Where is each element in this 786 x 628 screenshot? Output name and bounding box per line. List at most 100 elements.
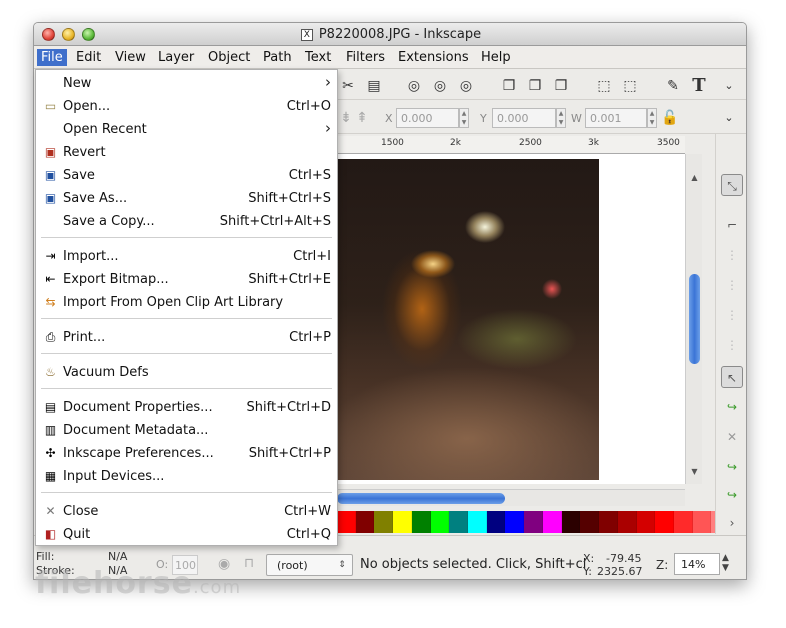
menu-object[interactable]: Object — [204, 49, 254, 66]
x-label: X — [385, 112, 393, 125]
menu-layer[interactable]: Layer — [154, 49, 198, 66]
palette-swatch[interactable] — [430, 511, 450, 533]
scroll-up-icon[interactable]: ▲ — [689, 172, 700, 183]
palette-swatch[interactable] — [393, 511, 412, 533]
snap-midpoint-icon[interactable]: ↪ — [721, 484, 743, 506]
snap-bbox-icon[interactable]: ⌐ — [721, 214, 743, 236]
y-spinner[interactable]: ▲ ▼ — [556, 108, 566, 128]
menu-path[interactable]: Path — [259, 49, 296, 66]
group-icon[interactable]: ⬚ — [595, 77, 613, 95]
scroll-down-icon[interactable]: ▼ — [689, 466, 700, 477]
palette-swatch[interactable] — [655, 511, 674, 533]
menu-help[interactable]: Help — [477, 49, 515, 66]
horizontal-scroll-thumb[interactable] — [337, 493, 505, 504]
chevron-down-icon[interactable]: ⌄ — [720, 77, 738, 95]
zoom-selection-icon[interactable]: ◎ — [405, 77, 423, 95]
w-field[interactable]: 0.001 — [585, 108, 647, 128]
menu-item-input-devices[interactable]: ▦ Input Devices... — [36, 465, 337, 488]
menu-item-revert[interactable]: ▣ Revert — [36, 141, 337, 164]
menu-item-document-properties[interactable]: ▤ Document Properties... Shift+Ctrl+D — [36, 396, 337, 419]
snap-bbox-midpoint-icon[interactable]: ⋮ — [721, 304, 743, 326]
palette-swatch[interactable] — [374, 511, 394, 533]
zoom-spinner[interactable]: ▲ ▼ — [722, 553, 729, 573]
menu-item-export-bitmap[interactable]: ⇤ Export Bitmap... Shift+Ctrl+E — [36, 268, 337, 291]
menu-item-close[interactable]: ✕ Close Ctrl+W — [36, 500, 337, 523]
menu-view[interactable]: View — [111, 49, 150, 66]
menu-filters[interactable]: Filters — [342, 49, 389, 66]
snap-intersection-icon[interactable]: ✕ — [721, 426, 743, 448]
menu-item-print[interactable]: ⎙ Print... Ctrl+P — [36, 326, 337, 349]
more-tools-icon[interactable]: › — [721, 512, 743, 534]
menu-item-vacuum-defs[interactable]: ♨ Vacuum Defs — [36, 361, 337, 384]
menu-separator — [41, 388, 332, 389]
snap-path-icon[interactable]: ↪ — [721, 396, 743, 418]
menu-item-open-recent[interactable]: Open Recent › — [36, 118, 337, 141]
palette-swatch[interactable] — [542, 511, 562, 533]
palette-swatch[interactable] — [524, 511, 543, 533]
lock-icon[interactable]: ⊓ — [244, 556, 254, 571]
chevron-updown-icon[interactable]: ⇕ — [331, 554, 353, 576]
menu-item-new[interactable]: New › — [36, 72, 337, 95]
zoom-drawing-icon[interactable]: ◎ — [431, 77, 449, 95]
palette-swatch[interactable] — [580, 511, 600, 533]
menu-extensions[interactable]: Extensions — [394, 49, 473, 66]
palette-swatch[interactable] — [449, 511, 469, 533]
clone-icon[interactable]: ❐ — [526, 77, 544, 95]
ungroup-icon[interactable]: ⬚ — [621, 77, 639, 95]
menu-item-save[interactable]: ▣ Save Ctrl+S — [36, 164, 337, 187]
palette-swatch[interactable] — [505, 511, 525, 533]
palette-swatch[interactable] — [486, 511, 506, 533]
menu-item-import-clipart[interactable]: ⇆ Import From Open Clip Art Library — [36, 291, 337, 314]
palette-swatch[interactable] — [561, 511, 581, 533]
palette-swatch[interactable] — [692, 511, 712, 533]
text-font-icon[interactable]: T — [690, 77, 708, 95]
revert-icon: ▣ — [44, 145, 57, 159]
palette-swatch[interactable] — [337, 511, 356, 533]
raise-to-top-icon[interactable]: ⇞ — [353, 109, 371, 127]
palette-swatch[interactable] — [617, 511, 637, 533]
x-spinner[interactable]: ▲ ▼ — [459, 108, 469, 128]
lock-icon[interactable]: 🔓 — [661, 109, 679, 127]
snap-enable-icon[interactable]: ⤡ — [721, 174, 743, 196]
horizontal-scrollbar[interactable] — [337, 489, 685, 506]
palette-swatch[interactable] — [355, 511, 375, 533]
title-bar: X P8220008.JPG - Inkscape — [34, 23, 746, 46]
y-field[interactable]: 0.000 — [492, 108, 556, 128]
paste-icon[interactable]: ▤ — [365, 77, 383, 95]
menu-text[interactable]: Text — [301, 49, 335, 66]
menu-edit[interactable]: Edit — [72, 49, 105, 66]
menu-item-save-copy[interactable]: Save a Copy... Shift+Ctrl+Alt+S — [36, 210, 337, 233]
menu-item-quit[interactable]: ◧ Quit Ctrl+Q — [36, 523, 337, 546]
snap-bbox-center-icon[interactable]: ⋮ — [721, 334, 743, 356]
menu-item-save-as[interactable]: ▣ Save As... Shift+Ctrl+S — [36, 187, 337, 210]
zoom-field[interactable]: 14% — [674, 553, 720, 575]
palette-swatch[interactable] — [411, 511, 431, 533]
fill-stroke-icon[interactable]: ✎ — [664, 77, 682, 95]
fill-value[interactable]: N/A — [108, 550, 127, 563]
palette-swatch[interactable] — [673, 511, 693, 533]
zoom-page-icon[interactable]: ◎ — [457, 77, 475, 95]
snap-smooth-nodes-icon[interactable]: ↪ — [721, 456, 743, 478]
drawing-canvas[interactable] — [337, 154, 685, 484]
menu-item-import[interactable]: ⇥ Import... Ctrl+I — [36, 245, 337, 268]
x-field[interactable]: 0.000 — [396, 108, 459, 128]
menu-item-document-metadata[interactable]: ▥ Document Metadata... — [36, 419, 337, 442]
menu-file[interactable]: File — [37, 49, 67, 66]
snap-nodes-icon[interactable]: ↖ — [721, 366, 743, 388]
horizontal-ruler: 1500 2k 2500 3k 3500 — [337, 136, 685, 154]
vertical-scroll-thumb[interactable] — [689, 274, 700, 364]
palette-swatch[interactable] — [599, 511, 618, 533]
snap-bbox-edge-icon[interactable]: ⋮ — [721, 244, 743, 266]
chevron-down-icon[interactable]: ⌄ — [720, 109, 738, 127]
imported-photo[interactable] — [337, 159, 599, 480]
palette-swatch[interactable] — [468, 511, 487, 533]
unlink-clone-icon[interactable]: ❐ — [552, 77, 570, 95]
vertical-scrollbar[interactable]: ▲ ▼ — [685, 154, 702, 484]
duplicate-icon[interactable]: ❐ — [500, 77, 518, 95]
menu-item-preferences[interactable]: ✣ Inkscape Preferences... Shift+Ctrl+P — [36, 442, 337, 465]
w-spinner[interactable]: ▲ ▼ — [647, 108, 657, 128]
menu-item-open[interactable]: ▭ Open... Ctrl+O — [36, 95, 337, 118]
palette-swatch[interactable] — [636, 511, 656, 533]
cut-icon[interactable]: ✂ — [339, 77, 357, 95]
snap-bbox-corner-icon[interactable]: ⋮ — [721, 274, 743, 296]
